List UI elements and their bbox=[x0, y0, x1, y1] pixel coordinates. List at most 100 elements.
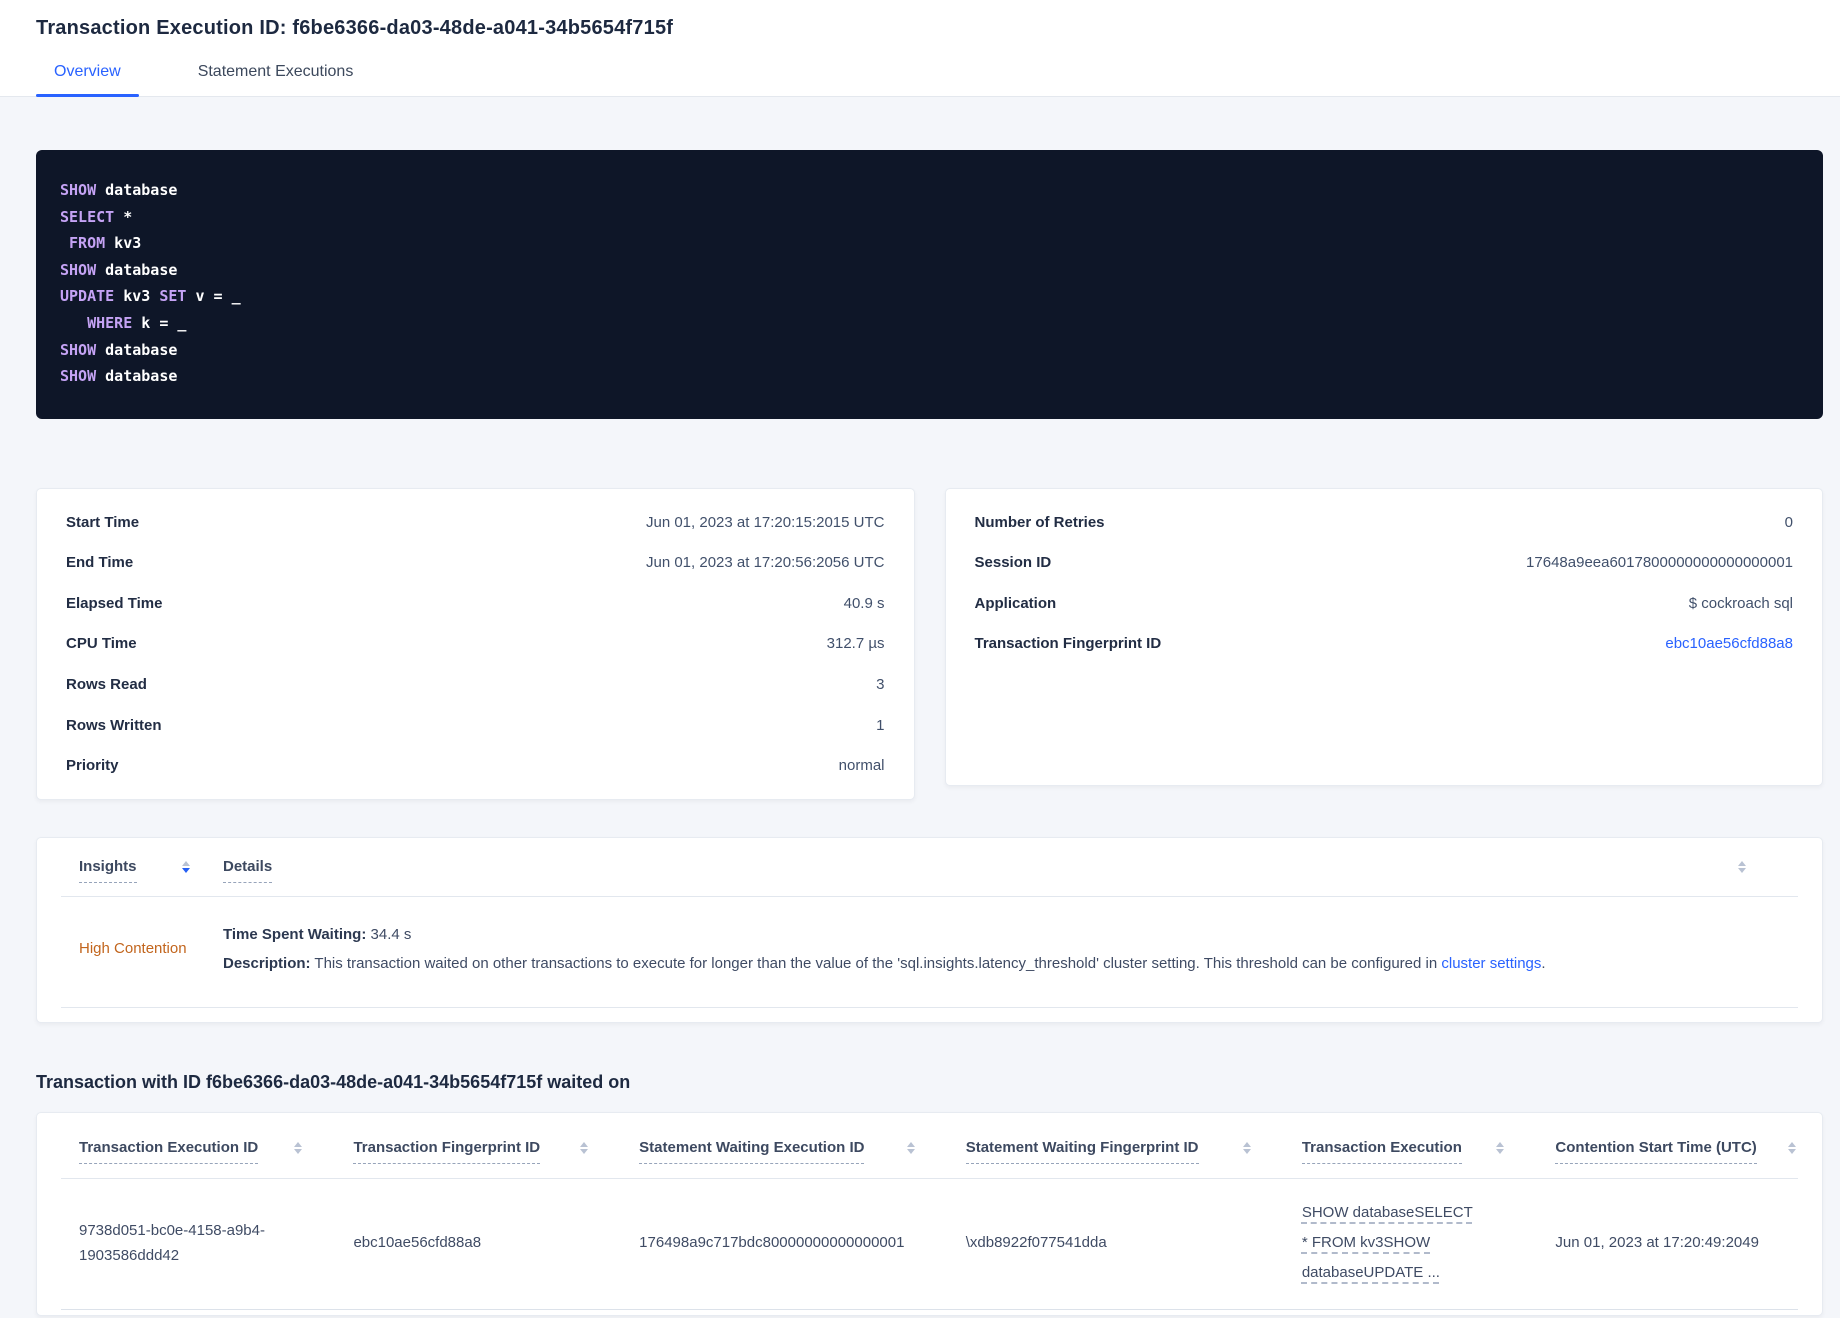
summary-value: Jun 01, 2023 at 17:20:56:2056 UTC bbox=[645, 554, 885, 572]
sort-icon[interactable] bbox=[906, 1139, 915, 1154]
tab-statement-executions[interactable]: Statement Executions bbox=[180, 63, 372, 96]
summary-row: Number of Retries 0 bbox=[946, 502, 1823, 543]
summary-row: Priority normal bbox=[37, 745, 914, 786]
page-header: Transaction Execution ID: f6be6366-da03-… bbox=[0, 0, 1840, 97]
session-summary-card: Number of Retries 0 Session ID 17648a9ee… bbox=[944, 487, 1823, 786]
summary-value: 1 bbox=[876, 716, 885, 734]
column-label[interactable]: Statement Waiting Fingerprint ID bbox=[965, 1139, 1199, 1164]
sort-icon[interactable] bbox=[182, 858, 190, 873]
sql-token: v = _ bbox=[186, 287, 241, 306]
sort-icon[interactable] bbox=[294, 1139, 303, 1154]
sql-line: FROM kv3 bbox=[60, 230, 1799, 257]
sort-icon[interactable] bbox=[1738, 858, 1746, 873]
summary-label: CPU Time bbox=[66, 635, 137, 653]
summary-label: Session ID bbox=[974, 554, 1052, 572]
time-spent-waiting: Time Spent Waiting: 34.4 s bbox=[223, 920, 1798, 949]
sql-token: SHOW bbox=[60, 260, 97, 279]
transaction-execution-link[interactable]: SHOW databaseSELECT * FROM kv3SHOW datab… bbox=[1302, 1198, 1474, 1288]
column-header-statement-waiting-execution-id: Statement Waiting Execution ID bbox=[621, 1139, 948, 1164]
cell-contention-start-time: Jun 01, 2023 at 17:20:49:2049 bbox=[1555, 1234, 1759, 1252]
summary-label: Rows Read bbox=[66, 675, 147, 693]
column-label[interactable]: Transaction Execution ID bbox=[79, 1139, 259, 1164]
summary-row: Start Time Jun 01, 2023 at 17:20:15:2015… bbox=[37, 502, 914, 543]
sql-token: WHERE bbox=[87, 313, 133, 332]
column-label[interactable]: Statement Waiting Execution ID bbox=[639, 1139, 865, 1164]
summary-value: normal bbox=[838, 757, 885, 775]
page-content: SHOW database SELECT * FROM kv3 SHOW datab… bbox=[0, 150, 1840, 1316]
summary-cards: Start Time Jun 01, 2023 at 17:20:15:2015… bbox=[36, 487, 1823, 800]
summary-value: 40.9 s bbox=[843, 594, 885, 612]
waited-on-heading: Transaction with ID f6be6366-da03-48de-a… bbox=[36, 1071, 631, 1092]
description-text: This transaction waited on other transac… bbox=[310, 954, 1442, 972]
sql-line: SHOW database bbox=[60, 257, 1799, 284]
timing-summary-card: Start Time Jun 01, 2023 at 17:20:15:2015… bbox=[36, 487, 915, 800]
summary-row: Rows Written 1 bbox=[37, 705, 914, 746]
insights-table-card: Insights Details High Contention Time Sp… bbox=[36, 836, 1823, 1023]
insight-row: High Contention Time Spent Waiting: 34.4… bbox=[61, 897, 1798, 1008]
cell-transaction-execution: SHOW databaseSELECT * FROM kv3SHOW datab… bbox=[1284, 1198, 1538, 1288]
cell-transaction-execution-id: 9738d051-bc0e-4158-a9b4-1903586ddd42 bbox=[79, 1221, 265, 1264]
sql-token: kv3 bbox=[114, 287, 160, 306]
sql-token: FROM bbox=[69, 234, 106, 253]
sql-token: SHOW bbox=[60, 181, 97, 199]
details-column-header: Details bbox=[223, 858, 1738, 883]
cell-transaction-fingerprint-id: ebc10ae56cfd88a8 bbox=[353, 1234, 482, 1252]
tab-overview[interactable]: Overview bbox=[36, 63, 139, 97]
column-label[interactable]: Contention Start Time (UTC) bbox=[1555, 1139, 1757, 1164]
cell-statement-waiting-fingerprint-id: \xdb8922f077541dda bbox=[965, 1234, 1107, 1252]
cell-statement-waiting-execution-id: 176498a9c717bdc80000000000000001 bbox=[639, 1234, 905, 1252]
sql-line: WHERE k = _ bbox=[60, 310, 1799, 337]
sort-icon[interactable] bbox=[580, 1139, 589, 1154]
sql-token: SELECT bbox=[60, 207, 115, 226]
description-period: . bbox=[1541, 954, 1546, 972]
summary-row: Elapsed Time 40.9 s bbox=[37, 583, 914, 624]
summary-label: Application bbox=[974, 594, 1057, 612]
sql-token: database bbox=[96, 367, 178, 386]
summary-row: Application $ cockroach sql bbox=[946, 583, 1823, 624]
sql-line: UPDATE kv3 SET v = _ bbox=[60, 283, 1799, 310]
summary-value: $ cockroach sql bbox=[1688, 594, 1793, 612]
summary-label: Start Time bbox=[66, 513, 140, 531]
column-header-transaction-fingerprint-id: Transaction Fingerprint ID bbox=[335, 1139, 621, 1164]
sql-token: SHOW bbox=[60, 367, 97, 386]
sql-token: database bbox=[96, 181, 178, 199]
sql-token: k = _ bbox=[132, 313, 187, 332]
insights-column-label[interactable]: Insights bbox=[79, 858, 137, 883]
transaction-details-page: Transaction Execution ID: f6be6366-da03-… bbox=[0, 0, 1840, 1316]
sort-icon[interactable] bbox=[1242, 1139, 1251, 1154]
sort-icon[interactable] bbox=[1788, 1139, 1796, 1154]
sql-line: SHOW database bbox=[60, 177, 1799, 204]
column-header-transaction-execution: Transaction Execution bbox=[1284, 1139, 1538, 1164]
page-title: Transaction Execution ID: f6be6366-da03-… bbox=[36, 17, 674, 39]
summary-label: Rows Written bbox=[66, 716, 162, 734]
summary-value: Jun 01, 2023 at 17:20:15:2015 UTC bbox=[645, 513, 885, 531]
waited-on-table-card: Transaction Execution ID Transaction Fin… bbox=[36, 1111, 1823, 1316]
transaction-fingerprint-link[interactable]: ebc10ae56cfd88a8 bbox=[1665, 635, 1793, 652]
insight-description: Description: This transaction waited on … bbox=[223, 949, 1798, 978]
summary-row: Session ID 17648a9eea6017800000000000000… bbox=[946, 542, 1823, 583]
details-column-label[interactable]: Details bbox=[223, 858, 273, 883]
summary-row: Transaction Fingerprint ID ebc10ae56cfd8… bbox=[946, 624, 1823, 665]
summary-value: 312.7 µs bbox=[826, 635, 885, 653]
summary-label: Elapsed Time bbox=[66, 594, 163, 612]
table-row: 9738d051-bc0e-4158-a9b4-1903586ddd42 ebc… bbox=[61, 1179, 1798, 1310]
column-label[interactable]: Transaction Fingerprint ID bbox=[353, 1139, 541, 1164]
column-header-contention-start-time: Contention Start Time (UTC) bbox=[1537, 1139, 1798, 1164]
sql-token: kv3 bbox=[105, 234, 142, 253]
insights-column-header: Insights bbox=[61, 858, 223, 883]
summary-row: Rows Read 3 bbox=[37, 664, 914, 705]
sql-token: UPDATE bbox=[60, 287, 115, 306]
sql-token: database bbox=[96, 260, 178, 279]
sort-icon[interactable] bbox=[1496, 1139, 1505, 1154]
summary-value: 3 bbox=[876, 675, 885, 693]
column-header-statement-waiting-fingerprint-id: Statement Waiting Fingerprint ID bbox=[948, 1139, 1284, 1164]
sql-line: SELECT * bbox=[60, 204, 1799, 231]
insights-table-header: Insights Details bbox=[61, 838, 1798, 897]
sql-line: SHOW database bbox=[60, 363, 1799, 390]
waited-on-table-header: Transaction Execution ID Transaction Fin… bbox=[61, 1113, 1798, 1179]
description-label: Description: bbox=[223, 954, 311, 972]
cluster-settings-link[interactable]: cluster settings bbox=[1441, 955, 1541, 972]
column-label[interactable]: Transaction Execution bbox=[1301, 1139, 1462, 1164]
